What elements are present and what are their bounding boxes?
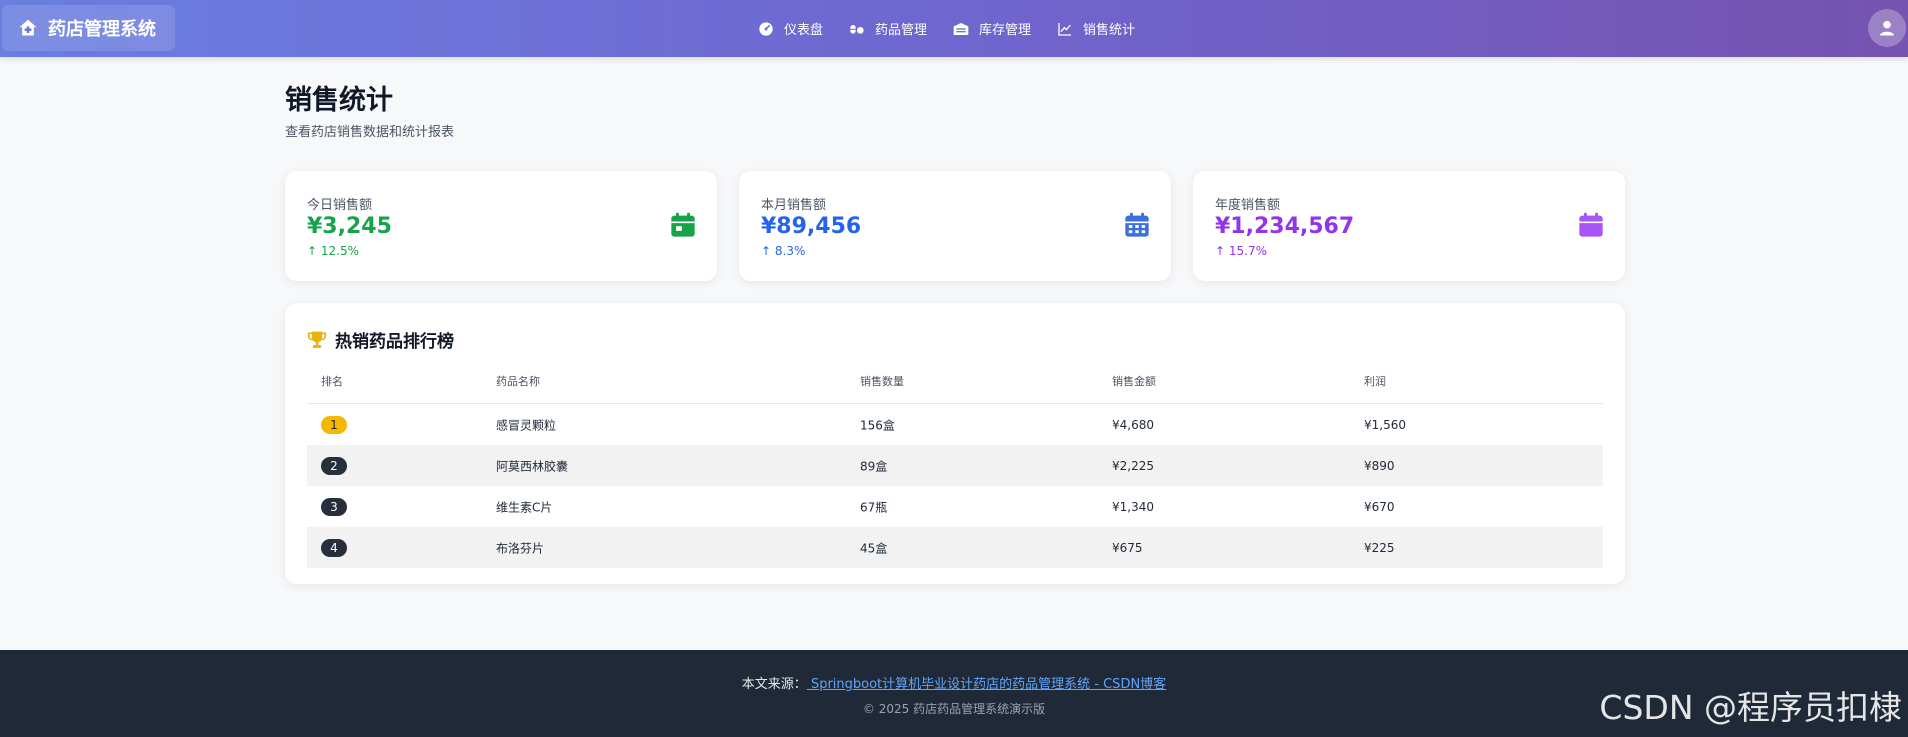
stat-change: ↑ 12.5%	[307, 244, 359, 258]
nav-dashboard-label: 仪表盘	[784, 23, 824, 38]
table-row[interactable]: 3 维生素C片 67瓶 ¥1,340 ¥670	[307, 486, 1603, 527]
header-name: 药品名称	[496, 374, 540, 388]
nav-inventory-label: 库存管理	[979, 23, 1032, 38]
stat-label: 本月销售额	[761, 198, 827, 213]
ranking-table: 排名 药品名称 销售数量 销售金额 利润 1 感冒灵颗粒 156盒 ¥4,680…	[307, 358, 1603, 568]
rank-cell: 2	[321, 456, 347, 475]
nav-dashboard[interactable]: 仪表盘	[758, 19, 823, 38]
rank-badge: 2	[321, 456, 347, 475]
stat-change: ↑ 8.3%	[761, 244, 806, 258]
profit: ¥1,560	[1364, 417, 1406, 432]
ranking-title-text: 热销药品排行榜	[335, 332, 454, 352]
sales-amount: ¥1,340	[1112, 499, 1154, 514]
stat-value: ¥89,456	[761, 214, 862, 239]
ranking-title: 热销药品排行榜	[307, 327, 454, 352]
clinic-house-icon	[19, 19, 37, 36]
main-nav: 仪表盘 药品管理 库存管理 销售统计	[758, 0, 1135, 57]
user-avatar[interactable]	[1868, 9, 1906, 47]
sales-qty: 67瓶	[860, 500, 888, 514]
nav-sales-label: 销售统计	[1083, 23, 1136, 38]
nav-inventory[interactable]: 库存管理	[953, 19, 1031, 38]
watermark: CSDN @程序员扣棣	[1599, 688, 1902, 727]
page-title: 销售统计	[285, 85, 393, 116]
nav-medicine-label: 药品管理	[875, 23, 928, 38]
brand-logo[interactable]: 药店管理系统	[2, 5, 175, 51]
medicine-name: 布洛芬片	[496, 541, 545, 555]
calendar-year-icon	[1579, 212, 1603, 237]
stat-card-year: 年度销售额 ¥1,234,567 ↑ 15.7%	[1193, 171, 1625, 281]
calendar-day-icon	[671, 212, 695, 237]
calendar-month-icon	[1125, 212, 1149, 237]
rank-cell: 3	[321, 497, 347, 516]
rank-cell: 4	[321, 538, 347, 557]
medicine-name: 维生素C片	[496, 500, 553, 514]
top-navbar: 药店管理系统 仪表盘 药品管理 库存管理 销售统计	[0, 0, 1908, 57]
warehouse-icon	[953, 22, 969, 35]
rank-badge: 4	[321, 538, 347, 557]
table-row[interactable]: 4 布洛芬片 45盒 ¥675 ¥225	[307, 527, 1603, 568]
medicine-name: 阿莫西林胶囊	[496, 459, 569, 473]
trophy-icon	[307, 331, 327, 348]
medicine-name: 感冒灵颗粒	[496, 418, 557, 432]
sales-amount: ¥2,225	[1112, 458, 1154, 473]
stat-card-month: 本月销售额 ¥89,456 ↑ 8.3%	[739, 171, 1171, 281]
chart-line-icon	[1058, 22, 1072, 36]
rank-cell: 1	[321, 415, 347, 434]
header-amount: 销售金额	[1112, 374, 1156, 388]
stat-value: ¥1,234,567	[1215, 214, 1355, 239]
nav-medicine[interactable]: 药品管理	[849, 19, 927, 38]
profit: ¥225	[1364, 540, 1395, 555]
header-rank: 排名	[321, 374, 343, 388]
table-row[interactable]: 2 阿莫西林胶囊 89盒 ¥2,225 ¥890	[307, 445, 1603, 486]
sales-qty: 45盒	[860, 541, 888, 555]
sales-amount: ¥675	[1112, 540, 1143, 555]
header-profit: 利润	[1364, 374, 1386, 388]
sales-qty: 89盒	[860, 459, 888, 473]
stat-label: 今日销售额	[307, 198, 373, 213]
profit: ¥890	[1364, 458, 1395, 473]
nav-sales[interactable]: 销售统计	[1057, 19, 1135, 38]
table-header: 排名 药品名称 销售数量 销售金额 利润	[307, 358, 1603, 404]
footer-source-prefix: 本文来源：	[741, 677, 807, 692]
sales-amount: ¥4,680	[1112, 417, 1154, 432]
stat-label: 年度销售额	[1215, 198, 1281, 213]
stat-change: ↑ 15.7%	[1215, 244, 1267, 258]
user-icon	[1879, 20, 1895, 36]
sales-qty: 156盒	[860, 418, 895, 432]
rank-badge: 3	[321, 497, 347, 516]
rank-badge: 1	[321, 415, 347, 434]
ranking-card: 热销药品排行榜 排名 药品名称 销售数量 销售金额 利润 1 感冒灵颗粒 156…	[285, 303, 1625, 584]
brand-name: 药店管理系统	[48, 19, 156, 40]
footer-source-link[interactable]: Springboot计算机毕业设计药店的药品管理系统 - CSDN博客	[807, 677, 1166, 692]
stat-value: ¥3,245	[307, 214, 392, 239]
stat-card-today: 今日销售额 ¥3,245 ↑ 12.5%	[285, 171, 717, 281]
page-subtitle: 查看药店销售数据和统计报表	[285, 125, 455, 140]
profit: ¥670	[1364, 499, 1395, 514]
table-row[interactable]: 1 感冒灵颗粒 156盒 ¥4,680 ¥1,560	[307, 404, 1603, 445]
pills-icon	[850, 24, 864, 34]
header-qty: 销售数量	[860, 374, 904, 388]
dashboard-icon	[759, 21, 773, 36]
